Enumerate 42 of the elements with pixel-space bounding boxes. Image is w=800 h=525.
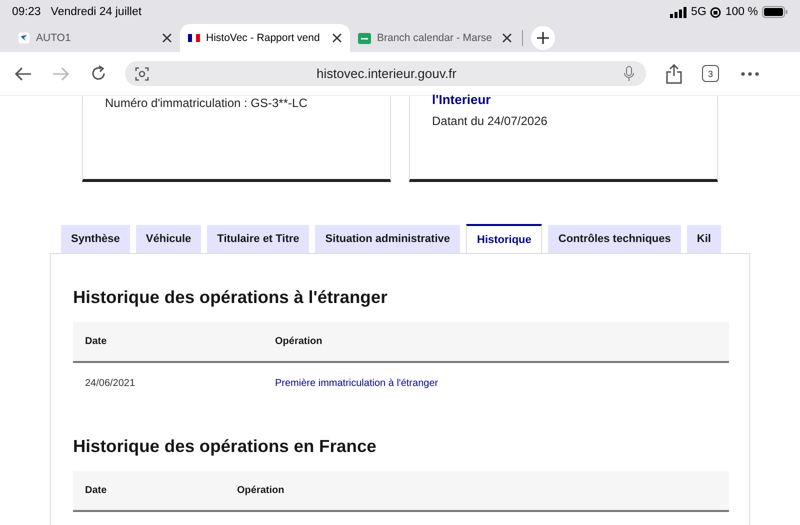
card-text: Datant du 24/07/2026 [432, 114, 548, 128]
network-label: 5G [691, 6, 706, 18]
column-header: Date [73, 471, 225, 511]
bird-logo-icon [18, 32, 30, 44]
date-cell: 24/06/2021 [73, 362, 263, 403]
card-title: l'Interieur [432, 92, 492, 107]
close-icon[interactable] [502, 33, 512, 43]
tab-count-button[interactable]: 3 [702, 65, 719, 82]
new-tab-button[interactable] [531, 26, 555, 50]
back-arrow-icon[interactable] [14, 66, 32, 80]
page-tab[interactable]: Véhicule [136, 225, 202, 253]
close-icon[interactable] [332, 33, 342, 43]
clock-time: 09:23 [12, 6, 41, 18]
page-scan-icon[interactable] [135, 66, 149, 80]
column-header: Opération [225, 471, 729, 511]
more-icon[interactable] [741, 72, 759, 76]
page-tab[interactable]: Kil [686, 225, 721, 253]
browser-tab[interactable]: HistoVec - Rapport vend [180, 24, 350, 52]
page-tab[interactable]: Synthèse [61, 225, 130, 253]
browser-tab[interactable]: Branch calendar - Marse [350, 24, 520, 52]
browser-tab[interactable]: AUTO1 [10, 24, 180, 52]
operation-link[interactable]: Première immatriculation à l'étranger [275, 378, 438, 388]
section-heading: Historique des opérations en France [73, 436, 378, 457]
page-tab[interactable]: Situation administrative [315, 225, 460, 253]
close-icon[interactable] [162, 33, 172, 43]
signal-icon [670, 6, 688, 18]
page-tab[interactable]: Titulaire et Titre [207, 225, 310, 253]
calendar-icon [358, 32, 371, 44]
column-header: Opération [263, 322, 729, 362]
battery-percentage: 100 % [725, 6, 758, 18]
microphone-icon[interactable] [624, 66, 634, 82]
page-tab[interactable]: Contrôles techniques [548, 225, 681, 253]
page-tab[interactable]: Historique [466, 224, 542, 253]
section-heading: Historique des opérations à l'étranger [73, 287, 388, 308]
card-text: Numéro d'immatriculation : GS-3**-LC [105, 96, 308, 110]
flag-icon [188, 34, 200, 42]
share-icon[interactable] [666, 64, 682, 84]
battery-icon [762, 6, 788, 18]
reload-icon[interactable] [90, 65, 107, 82]
status-date: Vendredi 24 juillet [50, 6, 142, 18]
address-field[interactable]: histovec.interieur.gouv.fr [125, 61, 646, 86]
column-header: Date [73, 322, 263, 362]
